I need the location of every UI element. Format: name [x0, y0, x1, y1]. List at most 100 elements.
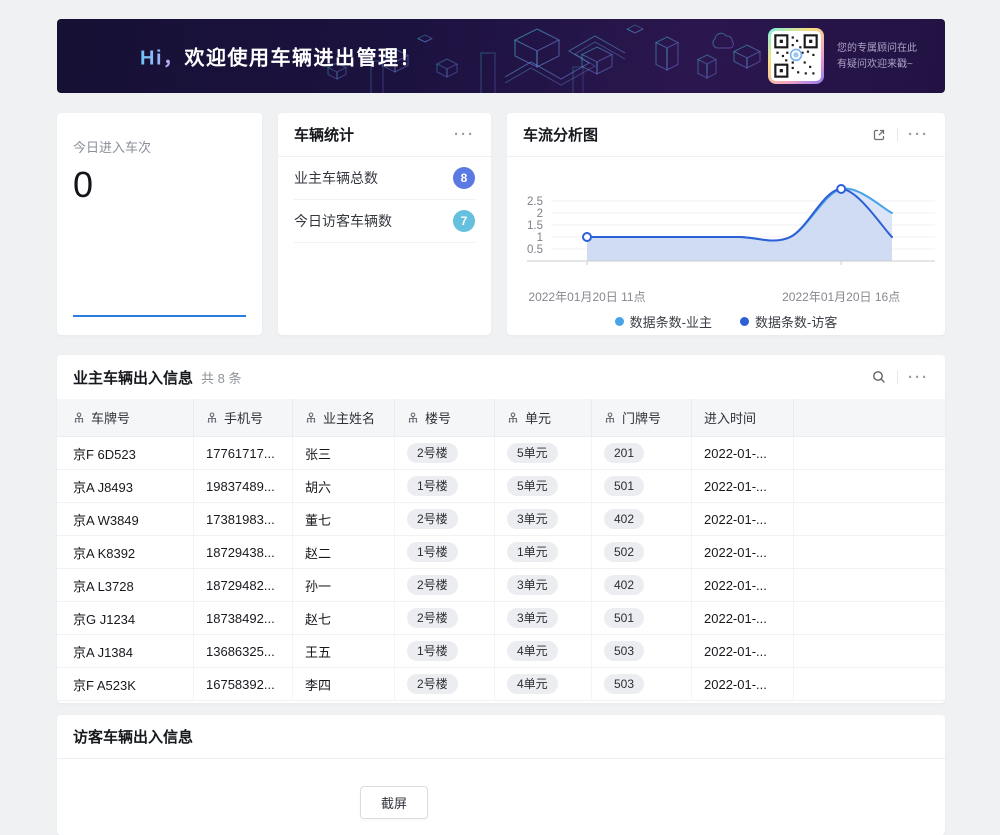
- table-cell: 402: [592, 503, 692, 535]
- table-cell: 5单元: [495, 437, 592, 469]
- table-cell: 京F A523K: [57, 668, 194, 700]
- table-row[interactable]: 京A L372818729482...孙一2号楼3单元4022022-01-..…: [57, 569, 945, 602]
- cell-tag: 1号楼: [407, 641, 458, 661]
- legend-dot: [740, 317, 749, 326]
- cell-tag: 503: [604, 641, 644, 661]
- table-cell: 2号楼: [395, 602, 495, 634]
- table-cell: 19837489...: [194, 470, 293, 502]
- legend-item[interactable]: 数据条数-访客: [740, 312, 837, 331]
- deco-line: [505, 42, 625, 85]
- table-cell: 3单元: [495, 503, 592, 535]
- stat-count-badge: 8: [453, 167, 475, 189]
- column-header: [794, 399, 945, 436]
- more-menu-icon[interactable]: ···: [908, 127, 929, 142]
- table-row[interactable]: 京A J849319837489...胡六1号楼5单元5012022-01-..…: [57, 470, 945, 503]
- y-axis-tick-label: 2: [537, 208, 543, 220]
- cell-tag: 4单元: [507, 641, 558, 661]
- table-cell: 2号楼: [395, 569, 495, 601]
- column-label: 车牌号: [91, 408, 130, 427]
- today-entries-card: 今日进入车次 0: [57, 113, 262, 335]
- table-row[interactable]: 京A J138413686325...王五1号楼4单元5032022-01-..…: [57, 635, 945, 668]
- table-cell: 4单元: [495, 635, 592, 667]
- table-cell: 5单元: [495, 470, 592, 502]
- deco-line: [537, 40, 559, 67]
- x-axis-tick-label: 2022年01月20日 11点: [528, 288, 645, 305]
- vehicle-stats-title: 车辆统计: [294, 124, 354, 145]
- deco-line: [425, 39, 432, 43]
- table-cell: 18729482...: [194, 569, 293, 601]
- table-cell: 京G J1234: [57, 602, 194, 634]
- qr-caption-line2: 有疑问欢迎来戳~: [837, 57, 917, 73]
- data-point-marker: [583, 233, 591, 241]
- field-type-icon: [507, 412, 519, 424]
- table-cell: 503: [592, 668, 692, 700]
- more-menu-icon[interactable]: ···: [908, 370, 929, 385]
- table-cell: [794, 602, 945, 634]
- table-cell: 17381983...: [194, 503, 293, 535]
- table-cell: 2022-01-...: [692, 668, 794, 700]
- field-type-icon: [206, 412, 218, 424]
- table-cell: 董七: [293, 503, 395, 535]
- table-cell: 2022-01-...: [692, 602, 794, 634]
- table-row[interactable]: 京G J123418738492...赵七2号楼3单元5012022-01-..…: [57, 602, 945, 635]
- table-cell: 501: [592, 602, 692, 634]
- cell-tag: 2号楼: [407, 575, 458, 595]
- deco-line: [582, 55, 597, 75]
- deco-line: [656, 37, 678, 48]
- vehicle-stats-list: 业主车辆总数 8 今日访客车辆数 7: [278, 157, 491, 243]
- table-cell: 张三: [293, 437, 395, 469]
- table-cell: 孙一: [293, 569, 395, 601]
- table-cell: [794, 437, 945, 469]
- deco-line: [734, 52, 747, 69]
- more-menu-icon[interactable]: ···: [454, 127, 475, 142]
- traffic-chart-plot: 0.511.522.5: [507, 169, 945, 281]
- table-cell: 402: [592, 569, 692, 601]
- table-row[interactable]: 京A K839218729438...赵二1号楼1单元5022022-01-..…: [57, 536, 945, 569]
- table-row[interactable]: 京F A523K16758392...李四2号楼4单元5032022-01-..…: [57, 668, 945, 701]
- cell-tag: 5单元: [507, 476, 558, 496]
- table-cell: [794, 569, 945, 601]
- field-type-icon: [407, 412, 419, 424]
- table-row[interactable]: 京A W384917381983...董七2号楼3单元4022022-01-..…: [57, 503, 945, 536]
- cell-tag: 2号楼: [407, 443, 458, 463]
- visitor-table-card: 访客车辆出入信息 截屏: [57, 715, 945, 835]
- screenshot-button[interactable]: 截屏: [360, 786, 428, 819]
- cell-tag: 3单元: [507, 608, 558, 628]
- deco-line: [481, 53, 495, 93]
- table-cell: [794, 635, 945, 667]
- table-row[interactable]: 京F 6D52317761717...张三2号楼5单元2012022-01-..…: [57, 437, 945, 470]
- x-axis-tick-label: 2022年01月20日 16点: [782, 288, 900, 305]
- table-cell: 201: [592, 437, 692, 469]
- column-header: 门牌号: [592, 399, 692, 436]
- expand-icon[interactable]: [871, 127, 887, 143]
- stat-row: 今日访客车辆数 7: [294, 200, 475, 243]
- stat-label: 业主车辆总数: [294, 168, 378, 188]
- cell-tag: 2号楼: [407, 509, 458, 529]
- cell-tag: 201: [604, 443, 644, 463]
- table-cell: 京A W3849: [57, 503, 194, 535]
- stat-count-badge: 7: [453, 210, 475, 232]
- cell-tag: 4单元: [507, 674, 558, 694]
- search-icon[interactable]: [871, 369, 887, 385]
- legend-item[interactable]: 数据条数-业主: [615, 312, 712, 331]
- qr-caption: 您的专属顾问在此 有疑问欢迎来戳~: [837, 41, 917, 73]
- field-type-icon: [305, 412, 317, 424]
- qr-code-image: [771, 31, 821, 81]
- stat-label: 今日访客车辆数: [294, 211, 392, 231]
- column-label: 门牌号: [622, 408, 661, 427]
- today-entries-value: 0: [73, 164, 246, 206]
- owner-table-header: 车牌号手机号业主姓名楼号单元门牌号进入时间: [57, 399, 945, 437]
- column-header: 进入时间: [692, 399, 794, 436]
- table-cell: 4单元: [495, 668, 592, 700]
- table-cell: 京F 6D523: [57, 437, 194, 469]
- column-label: 业主姓名: [323, 408, 375, 427]
- legend-label: 数据条数-访客: [755, 312, 837, 331]
- y-axis-tick-label: 2.5: [527, 196, 543, 208]
- table-cell: 2022-01-...: [692, 536, 794, 568]
- deco-line: [515, 40, 537, 67]
- table-cell: 赵二: [293, 536, 395, 568]
- table-cell: 502: [592, 536, 692, 568]
- column-label: 进入时间: [704, 408, 756, 427]
- deco-line: [635, 29, 643, 33]
- table-cell: 18729438...: [194, 536, 293, 568]
